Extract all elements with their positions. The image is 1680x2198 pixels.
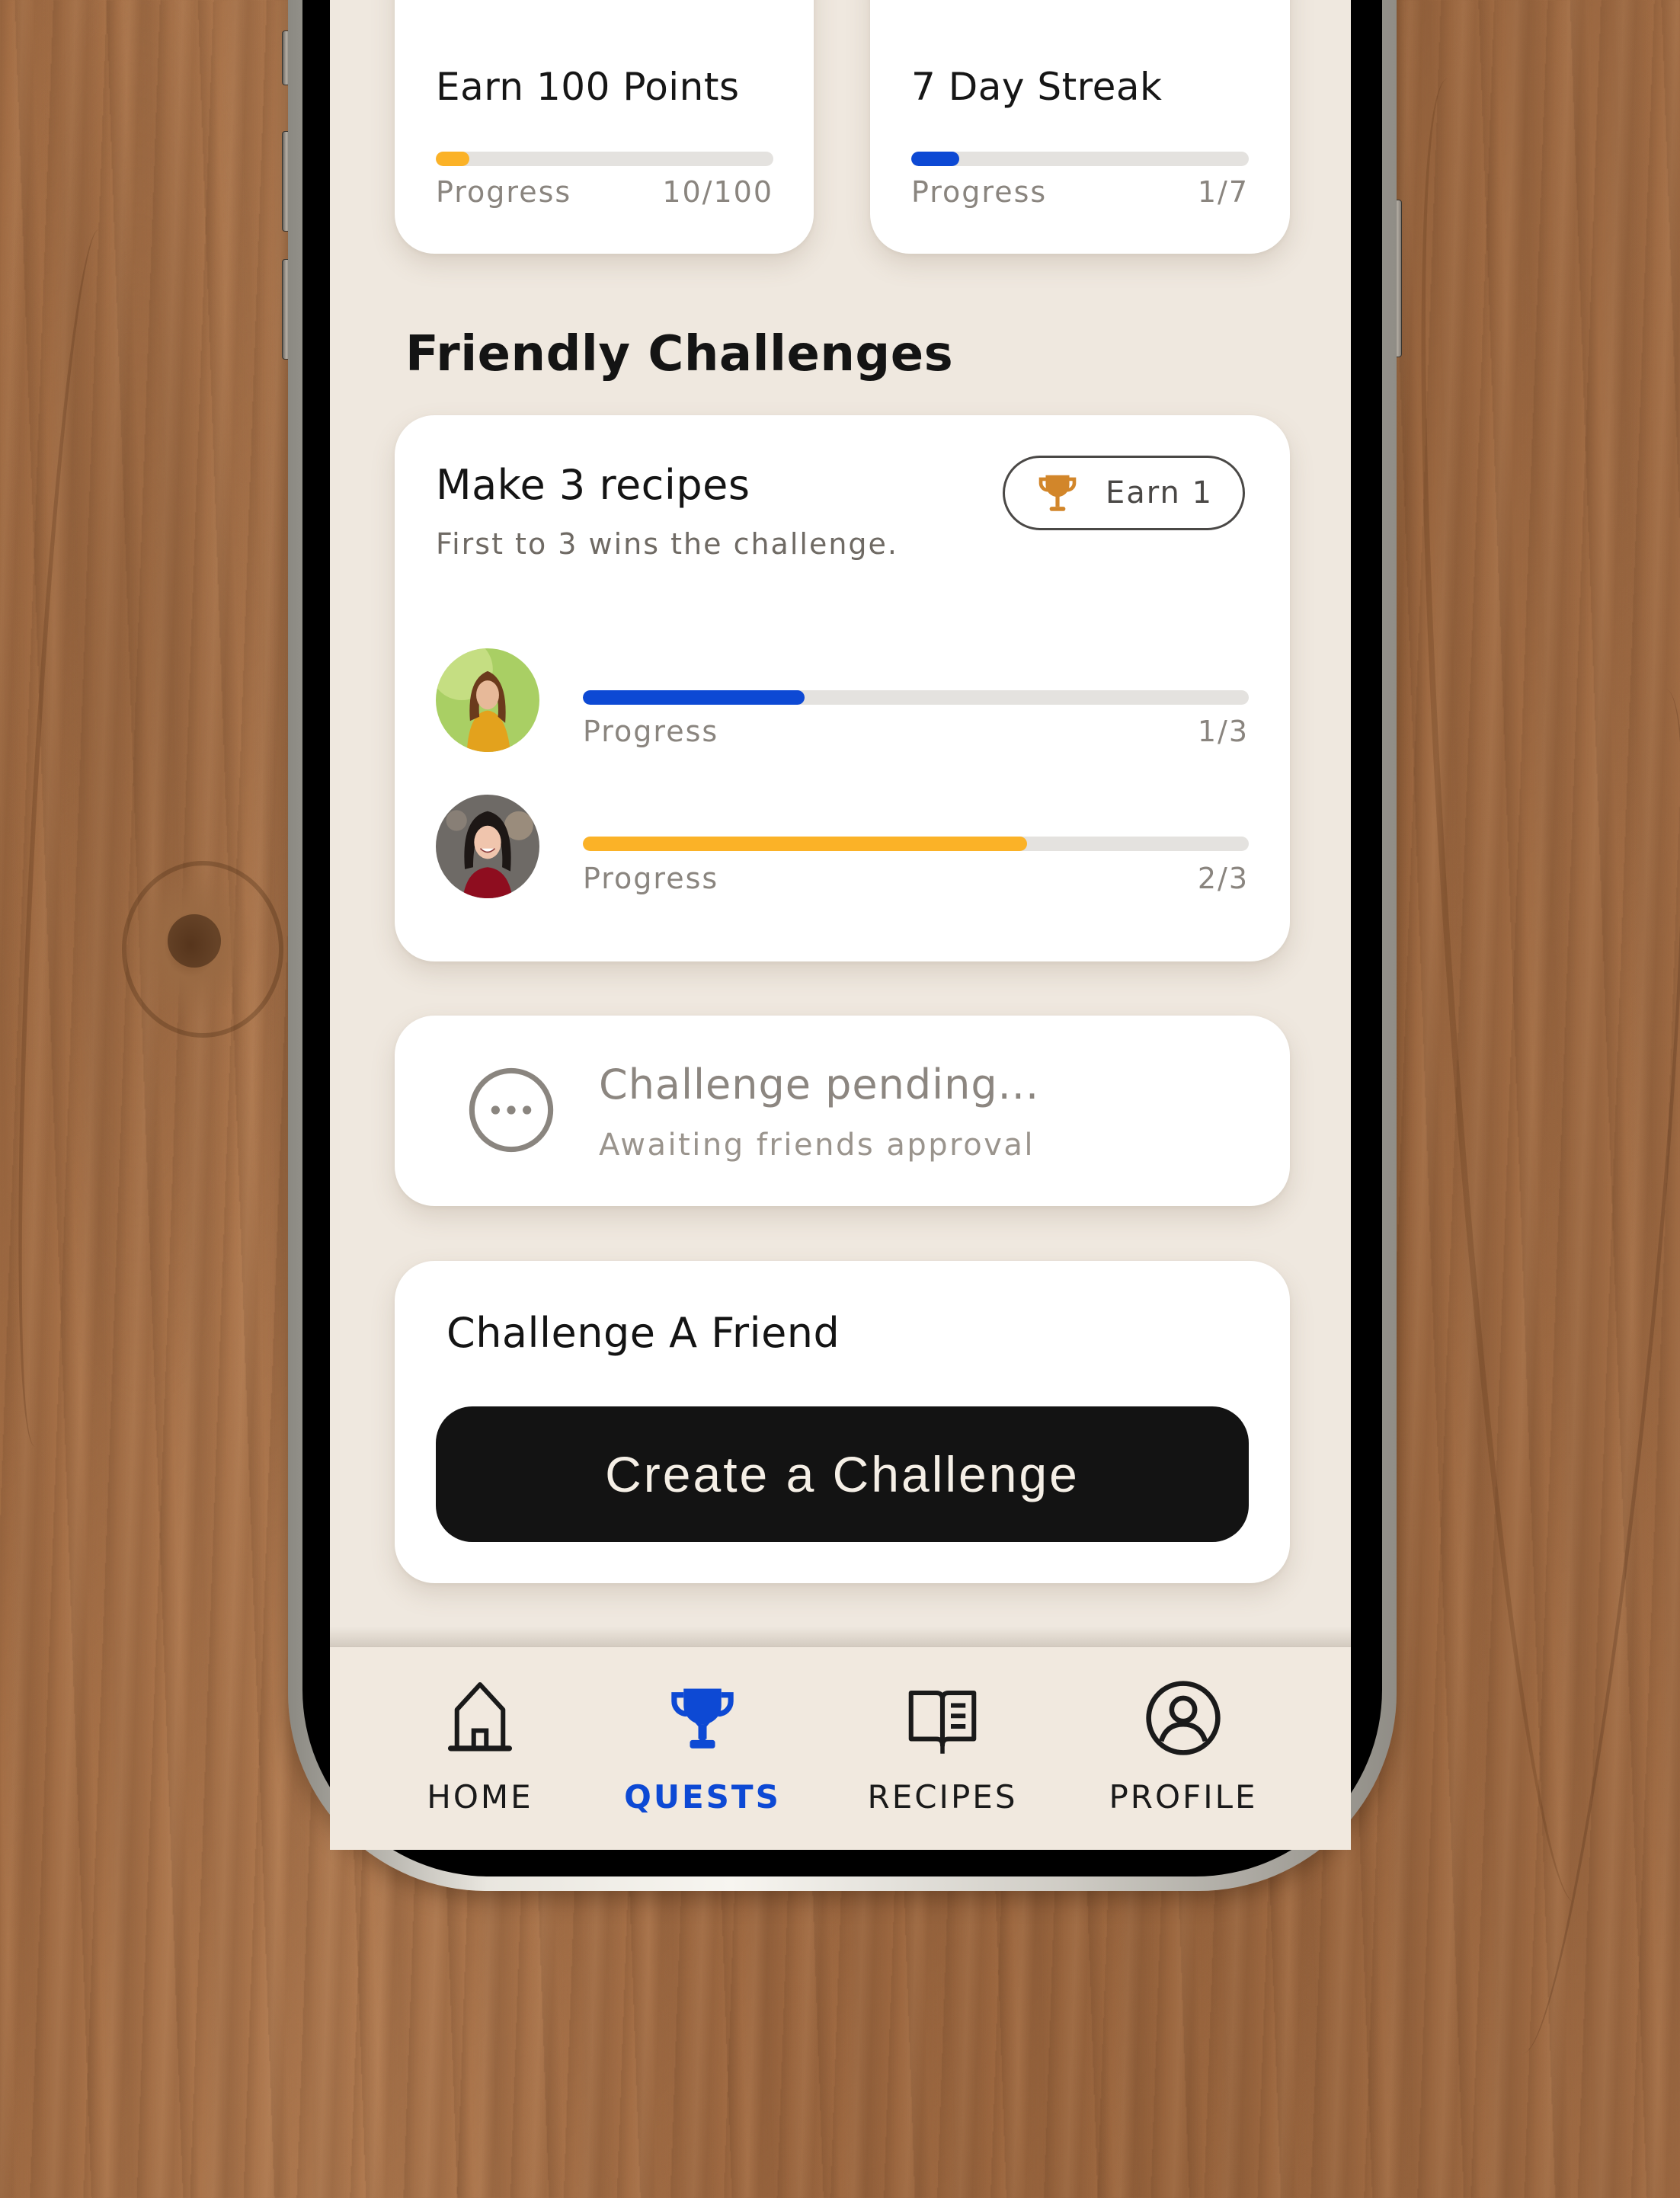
book-icon [908,1690,977,1754]
challenge-description: First to 3 wins the challenge. [436,527,898,561]
avatar-woman-yellow-sweater [436,648,539,752]
nav-label: HOME [427,1778,533,1816]
participant-progress-fill [583,837,1027,851]
nav-item-quests[interactable]: QUESTS [603,1676,802,1828]
avatar-woman-red-top [436,795,539,898]
quest-progress-bar [436,152,773,166]
participant-progress-fill [583,690,805,705]
wood-grain [0,227,136,1449]
create-challenge-button[interactable]: Create a Challenge [436,1406,1249,1542]
quest-title: 7 Day Streak [911,65,1163,109]
nav-item-recipes[interactable]: RECIPES [843,1676,1042,1828]
participant-progress-bar [583,690,1249,705]
pending-title: Challenge pending... [599,1061,1040,1109]
progress-label: Progress [436,175,572,209]
nav-label: QUESTS [624,1778,781,1816]
wood-knot [122,861,283,1038]
nav-label: RECIPES [867,1778,1018,1816]
progress-value: 2/3 [1197,862,1249,895]
progress-value: 1/3 [1197,715,1249,748]
wood-grain [1467,683,1680,2059]
progress-label: Progress [583,715,719,748]
home-icon [447,1681,513,1752]
reward-badge: Earn 1 [1003,456,1245,530]
quest-progress-fill [436,152,470,166]
quest-card-streak[interactable] [870,0,1290,254]
nav-item-profile[interactable]: PROFILE [1084,1676,1282,1828]
challenge-title: Make 3 recipes [436,461,750,509]
progress-value: 1/7 [1197,175,1249,209]
participant-avatar [436,795,539,898]
pending-subtitle: Awaiting friends approval [599,1128,1035,1163]
nav-divider [330,1627,1351,1649]
quest-card-points[interactable] [395,0,814,254]
trophy-icon [1038,475,1077,511]
quest-progress-bar [911,152,1249,166]
progress-label: Progress [583,862,719,895]
trophy-icon [671,1688,734,1748]
profile-icon [1146,1681,1221,1755]
quest-title: Earn 100 Points [436,65,740,109]
participant-avatar [436,648,539,752]
reward-badge-label: Earn 1 [1106,475,1214,510]
wood-knot [168,914,221,968]
wood-grain [1384,74,1640,1907]
progress-label: Progress [911,175,1048,209]
nav-item-home[interactable]: HOME [381,1676,579,1828]
participant-progress-bar [583,837,1249,851]
section-heading: Friendly Challenges [405,326,954,382]
more-dots-icon [469,1067,554,1153]
challenge-friend-title: Challenge A Friend [446,1309,840,1357]
quest-progress-fill [911,152,960,166]
progress-value: 10/100 [662,175,773,209]
nav-label: PROFILE [1109,1778,1258,1816]
